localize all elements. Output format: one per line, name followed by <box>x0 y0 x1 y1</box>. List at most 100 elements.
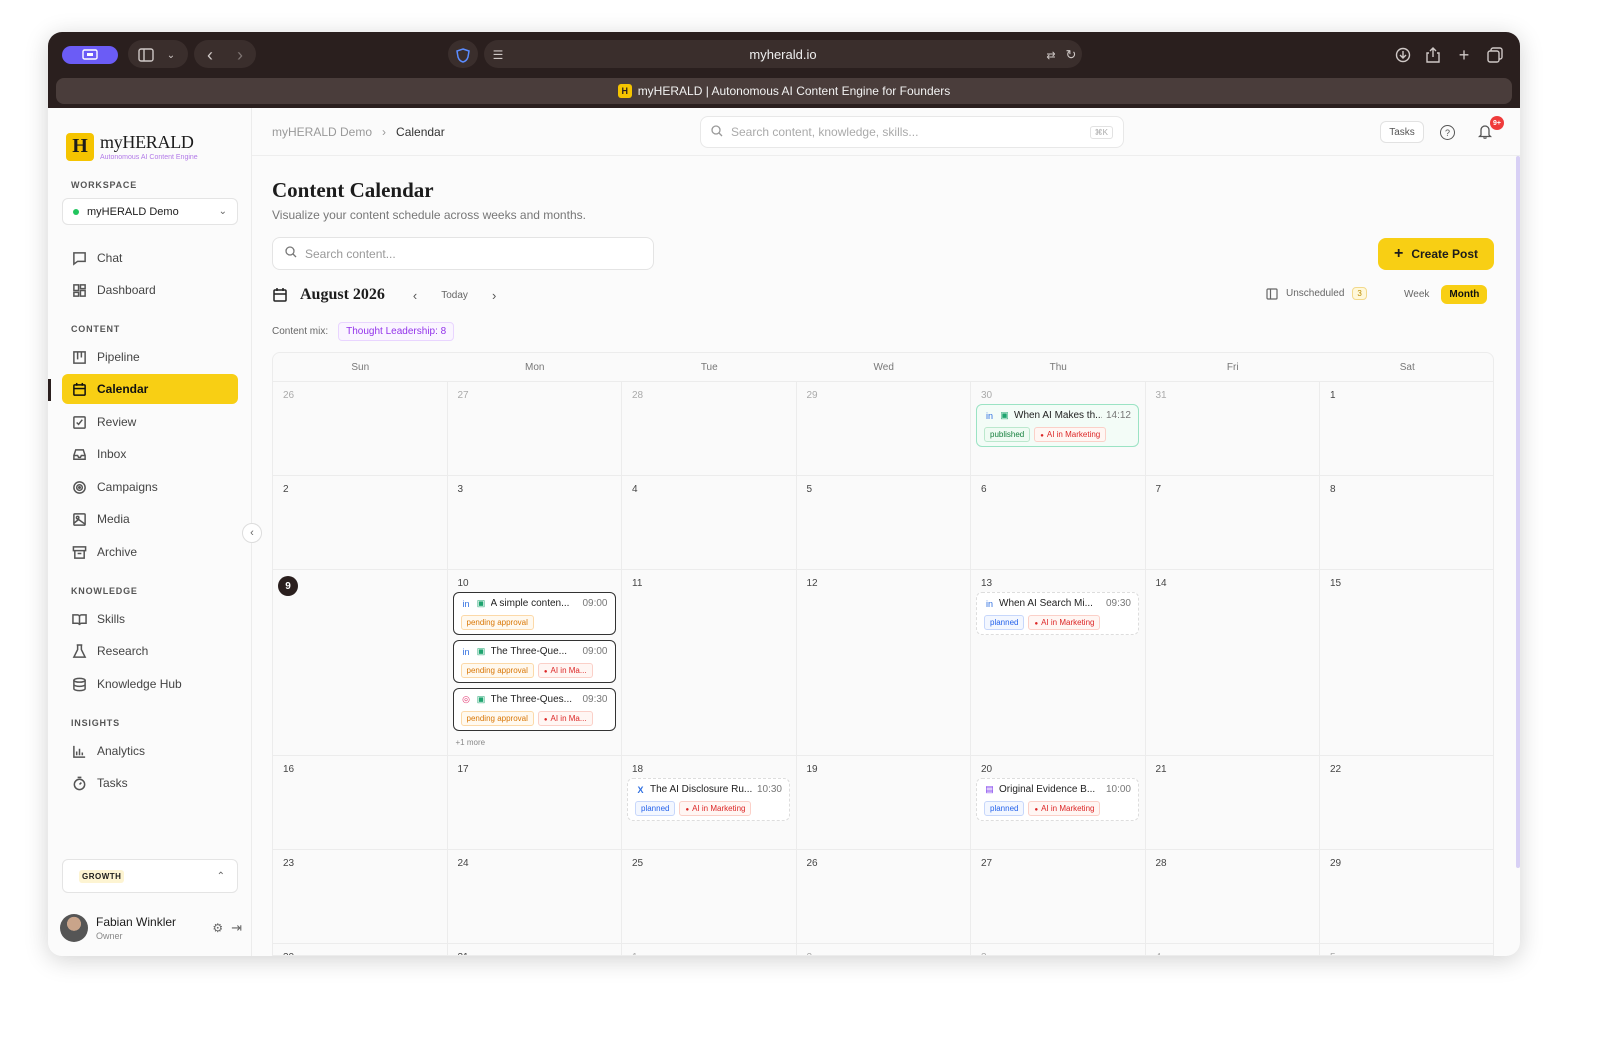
help-icon[interactable]: ? <box>1440 125 1455 140</box>
sidebar-toggle-icon[interactable] <box>136 43 156 67</box>
calendar-day-cell[interactable]: 27 <box>971 849 1146 943</box>
more-events-link[interactable]: +1 more <box>456 738 486 747</box>
calendar-event-card[interactable]: in ▣ When AI Makes th...14:12 publishedAI i… <box>976 404 1139 447</box>
calendar-day-cell[interactable]: 28 <box>622 381 797 475</box>
sidebar-item-review[interactable]: Review <box>62 407 238 437</box>
calendar-day-cell[interactable]: 26 <box>273 381 448 475</box>
chevron-down-icon[interactable]: ⌄ <box>161 43 181 67</box>
calendar-event-card[interactable]: in ▣ The Three-Que... 09:00 pending approval… <box>452 640 616 683</box>
shield-icon[interactable] <box>453 43 473 67</box>
profile-button[interactable] <box>62 46 118 64</box>
global-search-input[interactable]: Search content, knowledge, skills... ⌘K <box>700 116 1124 148</box>
breadcrumb-root[interactable]: myHERALD Demo <box>272 125 372 139</box>
calendar-day-cell[interactable]: 17 <box>447 755 622 849</box>
view-week-button[interactable]: Week <box>1396 285 1437 304</box>
calendar-event-card[interactable]: in When AI Search Mi... 09:30 plannedAI in … <box>976 592 1139 635</box>
sidebar-item-campaigns[interactable]: Campaigns <box>62 472 238 502</box>
sidebar-item-tasks[interactable]: Tasks <box>62 768 238 798</box>
calendar-day-cell[interactable]: 24 <box>447 849 622 943</box>
address-bar[interactable]: myherald.io <box>484 40 1082 68</box>
calendar-day-cell[interactable]: 23 <box>273 849 448 943</box>
sidebar-item-inbox[interactable]: Inbox <box>62 439 238 469</box>
sidebar-item-analytics[interactable]: Analytics <box>62 736 238 766</box>
calendar-day-cell[interactable]: 30 <box>273 943 448 955</box>
calendar-day-cell[interactable]: 26 <box>796 849 971 943</box>
logout-icon[interactable]: ⇥ <box>231 920 242 936</box>
sidebar-item-chat[interactable]: Chat <box>62 243 238 273</box>
calendar-day-cell[interactable]: 25 <box>622 849 797 943</box>
sidebar-item-media[interactable]: Media <box>62 504 238 534</box>
calendar-day-cell[interactable]: 27 <box>447 381 622 475</box>
sidebar-item-research[interactable]: Research <box>62 636 238 666</box>
new-tab-icon[interactable]: + <box>1453 43 1475 67</box>
calendar-day-cell[interactable]: 19 <box>796 755 971 849</box>
calendar-day-cell[interactable]: 7 <box>1145 475 1320 569</box>
sidebar-item-archive[interactable]: Archive <box>62 537 238 567</box>
workspace-select[interactable]: myHERALD Demo ⌄ <box>62 198 238 225</box>
calendar-day-cell[interactable]: 4 <box>622 475 797 569</box>
plan-selector[interactable]: GROWTH ⌃ <box>62 859 238 893</box>
calendar-day-cell[interactable]: 21 <box>1145 755 1320 849</box>
calendar-day-cell[interactable]: 16 <box>273 755 448 849</box>
view-month-button[interactable]: Month <box>1441 285 1488 304</box>
calendar-day-cell[interactable]: 31 <box>447 943 622 955</box>
calendar-event-card[interactable]: ▤ Original Evidence B... 10:00 plannedAI in… <box>976 778 1139 821</box>
calendar-day-cell[interactable]: 10 in ▣ A simple conten... 09:00 pending appr… <box>447 569 622 755</box>
content-mix-tag[interactable]: Thought Leadership: 8 <box>338 322 455 341</box>
calendar-day-cell[interactable]: 9 <box>273 569 448 755</box>
download-icon[interactable] <box>1392 43 1414 67</box>
prev-month-icon[interactable]: ‹ <box>413 288 417 303</box>
calendar-day-cell[interactable]: 13 in When AI Search Mi... 09:30 plannedAI i… <box>971 569 1146 755</box>
calendar-day-cell[interactable]: 1 <box>622 943 797 955</box>
calendar-day-cell[interactable]: 11 <box>622 569 797 755</box>
calendar-day-cell[interactable]: 5 <box>796 475 971 569</box>
calendar-day-cell[interactable]: 6 <box>971 475 1146 569</box>
content-search-input[interactable]: Search content... <box>272 237 654 270</box>
calendar-event-card[interactable]: X The AI Disclosure Ru...10:30 plannedAI i… <box>627 778 790 821</box>
calendar-day-cell[interactable]: 2 <box>273 475 448 569</box>
calendar-day-cell[interactable]: 8 <box>1320 475 1493 569</box>
create-post-button[interactable]: + Create Post <box>1378 238 1494 270</box>
share-icon[interactable] <box>1422 43 1444 67</box>
avatar[interactable] <box>60 914 88 942</box>
calendar-day-cell[interactable]: 31 <box>1145 381 1320 475</box>
tasks-button[interactable]: Tasks <box>1380 121 1424 143</box>
back-icon[interactable]: ‹ <box>200 43 220 67</box>
calendar-day-cell[interactable]: 3 <box>447 475 622 569</box>
calendar-day-cell[interactable]: 2 <box>796 943 971 955</box>
reader-icon[interactable]: ☰ <box>490 43 506 67</box>
unscheduled-button[interactable]: Unscheduled 3 <box>1266 287 1367 300</box>
logo[interactable]: H myHERALD Autonomous AI Content Engine <box>66 132 198 161</box>
calendar-event-card[interactable]: ◎ ▣ The Three-Ques... 09:30 pending approval… <box>452 688 616 731</box>
sidebar-item-dashboard[interactable]: Dashboard <box>62 275 238 305</box>
calendar-day-cell[interactable]: 3 <box>971 943 1146 955</box>
calendar-day-cell[interactable]: 22 <box>1320 755 1493 849</box>
sidebar-item-calendar[interactable]: Calendar <box>62 374 238 404</box>
bell-icon[interactable] <box>1477 124 1493 142</box>
translate-icon[interactable]: ⇄ <box>1042 43 1060 67</box>
calendar-day-cell[interactable]: 5 <box>1320 943 1493 955</box>
settings-icon[interactable]: ⚙ <box>212 921 223 935</box>
calendar-day-cell[interactable]: 29 <box>796 381 971 475</box>
calendar-day-cell[interactable]: 18 X The AI Disclosure Ru...10:30 plannedAI… <box>622 755 797 849</box>
calendar-day-cell[interactable]: 30 in ▣ When AI Makes th...14:12 publishedAI… <box>971 381 1146 475</box>
calendar-day-cell[interactable]: 4 <box>1145 943 1320 955</box>
sidebar-item-pipeline[interactable]: Pipeline <box>62 342 238 372</box>
forward-icon[interactable]: › <box>230 43 250 67</box>
browser-tab[interactable]: H myHERALD | Autonomous AI Content Engin… <box>56 78 1512 104</box>
calendar-day-cell[interactable]: 14 <box>1145 569 1320 755</box>
reload-icon[interactable]: ↻ <box>1062 43 1080 67</box>
calendar-day-cell[interactable]: 20 ▤ Original Evidence B... 10:00 plannedAI … <box>971 755 1146 849</box>
sidebar-item-skills[interactable]: Skills <box>62 604 238 634</box>
next-month-icon[interactable]: › <box>492 288 496 303</box>
sidebar-item-knowledge-hub[interactable]: Knowledge Hub <box>62 669 238 699</box>
today-button[interactable]: Today <box>441 290 468 301</box>
scrollbar[interactable] <box>1516 156 1520 868</box>
calendar-day-cell[interactable]: 12 <box>796 569 971 755</box>
calendar-day-cell[interactable]: 28 <box>1145 849 1320 943</box>
calendar-day-cell[interactable]: 15 <box>1320 569 1493 755</box>
calendar-day-cell[interactable]: 1 <box>1320 381 1493 475</box>
calendar-event-card[interactable]: in ▣ A simple conten... 09:00 pending approv… <box>452 592 616 635</box>
tabs-overview-icon[interactable] <box>1484 43 1506 67</box>
calendar-day-cell[interactable]: 29 <box>1320 849 1493 943</box>
